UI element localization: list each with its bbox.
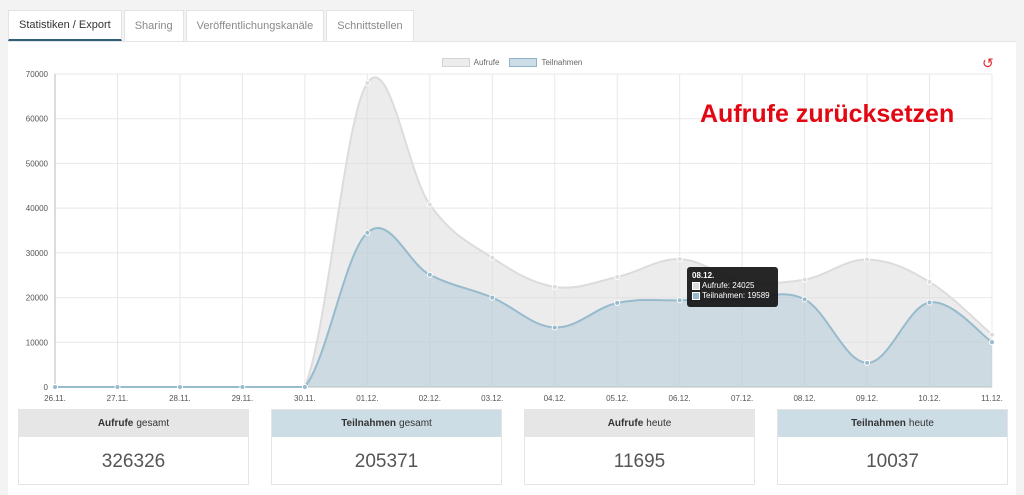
stat-card-label: heute [646,418,672,429]
stat-card-header: Teilnahmen gesamt [272,410,501,437]
stat-card-label-bold: Teilnahmen [851,418,906,429]
stat-card-teilnahmen-heute: Teilnahmen heute 10037 [777,409,1008,485]
data-point-teilnahmen [989,339,995,346]
x-tick-label: 03.12. [481,394,503,403]
data-point-teilnahmen [864,359,871,366]
stat-card-label-bold: Aufrufe [97,418,134,429]
x-tick-label: 26.11. [44,394,66,403]
data-point-teilnahmen [52,384,58,390]
tooltip-text-aufrufe: Aufrufe: 24025 [702,281,755,290]
x-tick-label: 08.12. [793,394,815,403]
x-tick-label: 04.12. [544,394,566,403]
data-point-aufrufe [989,331,995,338]
y-tick-label: 60000 [26,115,49,124]
data-point-aufrufe [426,201,433,208]
data-point-teilnahmen [801,296,808,303]
data-point-teilnahmen [176,384,183,390]
data-point-aufrufe [364,79,371,86]
tooltip-swatch-teilnahmen [692,292,700,300]
data-point-aufrufe [489,254,496,261]
data-point-aufrufe [801,276,808,283]
stat-card-teilnahmen-gesamt: Teilnahmen gesamt 205371 [271,409,502,485]
x-tick-label: 29.11. [232,394,254,403]
x-tick-label: 06.12. [669,394,691,403]
x-tick-label: 07.12. [731,394,753,403]
stat-card-value: 11695 [613,450,666,472]
data-point-aufrufe [676,256,683,263]
x-tick-label: 02.12. [419,394,441,403]
x-tick-label: 01.12. [356,394,378,403]
stat-card-label: heute [908,418,934,429]
x-tick-label: 09.12. [856,394,878,403]
data-point-aufrufe [926,278,933,285]
y-tick-label: 50000 [26,159,49,168]
data-point-teilnahmen [301,384,308,390]
annotation-reset-views: Aufrufe zurücksetzen [700,100,955,128]
y-tick-label: 30000 [26,249,49,258]
stat-cards: Aufrufe gesamt 326326 Teilnahmen gesamt 20… [18,409,1008,485]
stat-card-label-bold: Teilnahmen [341,418,397,429]
stat-card-label: gesamt [136,418,170,429]
x-tick-label: 27.11. [107,394,129,403]
reset-icon[interactable]: ↺ [982,56,996,70]
data-point-teilnahmen [114,384,121,390]
tooltip-text-teilnahmen: Teilnahmen: 19589 [702,291,770,300]
stat-card-label: gesamt [399,418,432,429]
x-tick-label: 05.12. [606,394,628,403]
chart-tooltip: 08.12. Aufrufe: 24025 Teilnahmen: 19589 [687,267,778,307]
y-tick-label: 0 [44,383,49,392]
data-point-teilnahmen [926,299,933,306]
tooltip-swatch-aufrufe [692,282,700,290]
data-point-teilnahmen [364,229,371,236]
data-point-aufrufe [614,274,621,281]
y-tick-label: 10000 [26,338,49,347]
stat-card-value: 205371 [354,450,419,472]
x-tick-label: 30.11. [294,394,316,403]
stat-card-header: Aufrufe heute [525,410,754,437]
x-tick-label: 11.12. [981,394,1003,403]
stat-card-header: Aufrufe gesamt [19,410,248,437]
tooltip-title: 08.12. [692,271,715,280]
y-tick-label: 20000 [26,294,49,303]
data-point-teilnahmen [426,271,433,278]
data-point-aufrufe [864,256,871,263]
y-tick-label: 70000 [26,70,49,79]
x-tick-label: 10.12. [918,394,940,403]
stat-card-value: 10037 [866,450,919,472]
stat-card-aufrufe-gesamt: Aufrufe gesamt 326326 [18,409,249,485]
data-point-teilnahmen [489,294,496,301]
stat-card-aufrufe-heute: Aufrufe heute 11695 [524,409,755,485]
y-tick-label: 40000 [26,204,49,213]
x-tick-label: 28.11. [169,394,191,403]
area-chart: 0 10000 20000 30000 40000 50000 60000 70000 26.1… [26,70,1003,403]
data-point-teilnahmen [614,299,621,306]
data-point-teilnahmen [676,297,683,304]
data-point-teilnahmen [239,384,246,390]
data-point-aufrufe [551,283,558,290]
stat-card-header: Teilnahmen heute [778,410,1007,437]
tooltip-row-teilnahmen: Teilnahmen: 19589 [692,291,773,301]
stat-card-value: 326326 [101,450,166,472]
stat-card-label-bold: Aufrufe [607,418,644,429]
data-point-teilnahmen [551,324,558,331]
tooltip-row-aufrufe: Aufrufe: 24025 [692,281,773,291]
